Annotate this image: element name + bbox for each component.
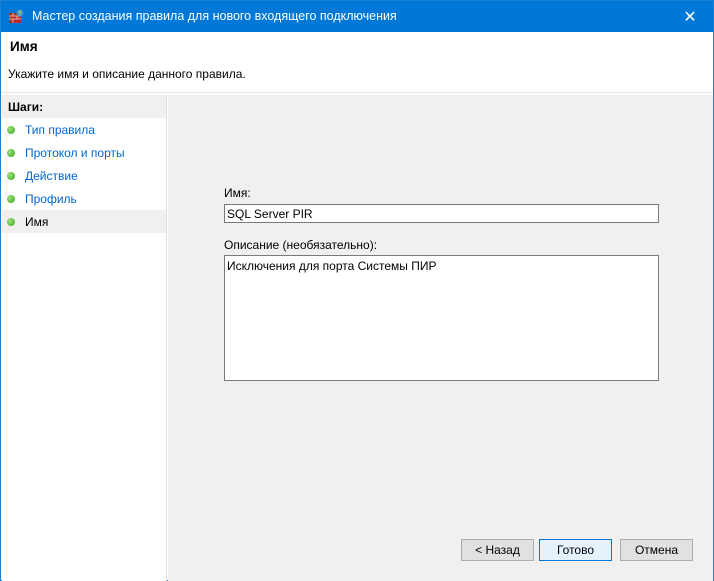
step-name[interactable]: Имя: [2, 210, 166, 233]
status-dot-icon: [7, 171, 15, 180]
wizard-window: Мастер создания правила для нового входя…: [0, 0, 714, 581]
finish-button[interactable]: Готово: [539, 539, 612, 561]
step-protocol-ports[interactable]: Протокол и порты: [2, 141, 166, 164]
steps-heading: Шаги:: [2, 95, 166, 118]
window-title: Мастер создания правила для нового входя…: [32, 9, 397, 23]
step-label: Протокол и порты: [25, 145, 125, 160]
name-input[interactable]: SQL Server PIR: [224, 204, 659, 223]
step-profile[interactable]: Профиль: [2, 187, 166, 210]
page-title: Имя: [10, 39, 38, 54]
close-button[interactable]: ✕: [667, 1, 713, 32]
step-label: Имя: [25, 214, 49, 229]
step-rule-type[interactable]: Тип правила: [2, 118, 166, 141]
status-dot-icon: [7, 194, 15, 203]
back-button[interactable]: < Назад: [461, 539, 534, 561]
step-label: Профиль: [25, 191, 77, 206]
status-dot-icon: [7, 125, 15, 134]
steps-panel: Шаги: Тип правила Протокол и порты Дейст…: [2, 95, 167, 581]
cancel-button[interactable]: Отмена: [620, 539, 693, 561]
name-label: Имя:: [224, 186, 251, 200]
step-action[interactable]: Действие: [2, 164, 166, 187]
step-label: Действие: [25, 168, 78, 183]
firewall-icon: [9, 9, 24, 23]
page-subtitle: Укажите имя и описание данного правила.: [8, 67, 246, 81]
step-label: Тип правила: [25, 122, 95, 137]
status-dot-icon: [7, 148, 15, 157]
divider: [1, 92, 713, 93]
title-bar: Мастер создания правила для нового входя…: [1, 1, 713, 32]
description-label: Описание (необязательно):: [224, 238, 378, 252]
status-dot-icon: [7, 217, 15, 226]
description-textarea[interactable]: Исключения для порта Системы ПИР: [224, 255, 659, 381]
